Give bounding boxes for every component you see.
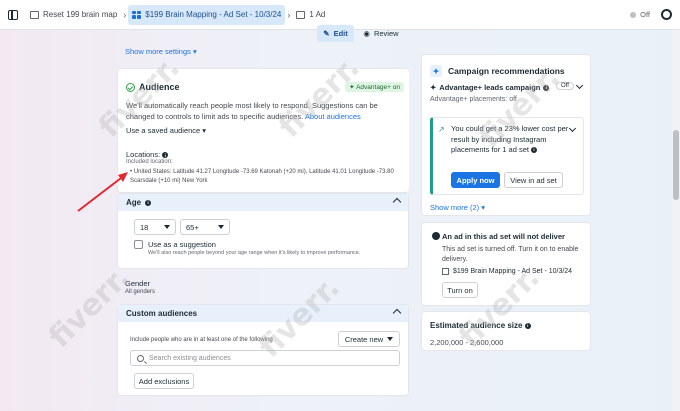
apply-now-button[interactable]: Apply now [451,172,500,188]
advantage-leads-toggle[interactable]: Off [556,82,574,90]
audience-card: Audience ✦ Advantage+ on We'll automatic… [117,68,409,193]
recommendations-title: Campaign recommendations [448,66,565,76]
custom-audiences-header[interactable]: Custom audiences [118,305,408,322]
ad-icon [296,10,306,19]
caret-down-icon [218,225,224,229]
about-audiences-link[interactable]: About audiences [305,112,361,121]
custom-audiences-description: Include people who are in at least one o… [130,337,273,343]
delivery-adset-label: $199 Brain Mapping - Ad Set - 10/3/24 [453,268,573,275]
eye-icon: ◉ [363,29,370,38]
saved-audience-dropdown[interactable]: Use a saved audience ▾ [126,126,206,135]
age-min-select[interactable]: 18 [134,219,176,235]
breadcrumb-ad[interactable]: 1 Ad [292,5,329,25]
add-exclusions-button[interactable]: Add exclusions [134,373,194,389]
edit-button[interactable]: ✎ Edit [317,25,354,42]
chevron-up-icon[interactable] [392,197,402,207]
warning-icon [432,232,440,240]
delivery-adset-row[interactable]: $199 Brain Mapping - Ad Set - 10/3/24 [442,268,572,275]
age-max-select[interactable]: 65+ [180,219,230,235]
delivery-description: This ad set is turned off. Turn it on to… [442,246,579,263]
view-in-adset-button[interactable]: View in ad set [504,172,563,188]
gender-value: All genders [125,289,156,295]
estimated-audience-card: Estimated audience size i 2,200,000 - 2,… [421,311,591,351]
panel-icon [8,9,18,20]
chevron-right-icon: › [287,9,291,20]
review-label: Review [373,29,399,38]
chevron-down-icon[interactable] [575,81,584,90]
age-suggestion-checkbox[interactable]: Use as a suggestion [134,240,216,249]
info-icon: i [531,147,538,154]
trend-icon: ↗ [438,125,445,134]
recommendation-suggestion: ↗ You could get a 23% lower cost per res… [430,117,584,195]
age-suggestion-label: Use as a suggestion [148,240,216,249]
custom-audiences-title: Custom audiences [126,309,198,318]
breadcrumb-campaign[interactable]: Reset 199 brain map [26,5,121,25]
delivery-title: An ad in this ad set will not deliver [442,232,565,241]
turn-on-button[interactable]: Turn on [442,282,478,298]
breadcrumb-ad-label: 1 Ad [309,10,326,19]
show-more-recommendations-link[interactable]: Show more (2) ▾ [430,203,485,212]
adset-icon [132,10,142,19]
advantage-leads-row: ✦ Advantage+ leads campaign i [430,83,550,92]
locations-text: • United States: Latitude 41.27 Longitud… [130,169,394,184]
breadcrumb-campaign-label: Reset 199 brain map [43,10,118,19]
recommendations-card: ✦ Campaign recommendations ✦ Advantage+ … [421,54,591,216]
check-circle-icon [126,82,135,92]
audience-description: We'll automatically reach people most li… [126,100,401,122]
checkbox-icon[interactable] [134,240,143,249]
audience-heading: Audience [126,82,180,92]
panel-toggle-button[interactable] [0,0,26,30]
adset-icon [442,268,449,275]
audience-title: Audience [139,82,180,92]
breadcrumb-adset[interactable]: $199 Brain Mapping - Ad Set - 10/3/24 [128,4,286,25]
advantage-badge: ✦ Advantage+ on [345,82,404,92]
show-more-settings-link[interactable]: Show more settings ▾ [125,47,197,56]
sparkle-icon: ✦ [430,65,442,77]
status-label: Off [640,10,650,19]
age-title: Age [126,198,142,207]
age-card: Age i 18 65+ Use as a suggestion We'll a… [117,193,409,269]
review-button[interactable]: ◉ Review [361,25,401,42]
age-header[interactable]: Age i [118,194,408,211]
info-icon: i [524,322,531,329]
gender-title: Gender [125,279,151,288]
suggestion-text: You could get a 23% lower cost per resul… [451,124,569,154]
placements-status: Advantage+ placements: off [430,96,517,103]
create-new-button[interactable]: Create new [338,331,400,347]
custom-audiences-card: Custom audiences Include people who are … [117,304,409,396]
delivery-warning-card: An ad in this ad set will not deliver Th… [421,222,591,306]
breadcrumb-adset-label: $199 Brain Mapping - Ad Set - 10/3/24 [145,10,282,19]
recommendations-heading: ✦ Campaign recommendations [430,65,565,77]
edit-label: Edit [333,29,348,38]
info-icon: i [145,199,152,206]
age-note: We'll also reach people beyond your age … [148,250,361,256]
scroll-thumb[interactable] [673,130,679,200]
chevron-up-icon[interactable] [392,308,402,318]
estimated-audience-value: 2,200,000 - 2,600,000 [430,338,504,347]
status-toggle[interactable]: Off [630,10,650,19]
estimated-audience-title: Estimated audience size i [430,321,531,330]
chevron-down-icon[interactable] [568,124,577,133]
scrollbar[interactable] [672,30,680,411]
search-icon [137,354,144,362]
pencil-icon: ✎ [323,29,330,38]
info-icon: i [162,152,169,159]
locations-title: Locations: i [126,150,169,159]
caret-down-icon [164,225,170,229]
settings-icon[interactable] [661,9,672,20]
audience-search-input[interactable]: Search existing audiences [130,350,400,366]
chevron-right-icon: › [123,9,127,20]
info-icon: i [543,84,550,91]
locations-subtitle: Included location: [126,159,173,165]
search-placeholder: Search existing audiences [149,354,231,362]
folder-icon [30,10,39,19]
status-dot-icon [630,11,637,18]
caret-down-icon [387,337,394,341]
